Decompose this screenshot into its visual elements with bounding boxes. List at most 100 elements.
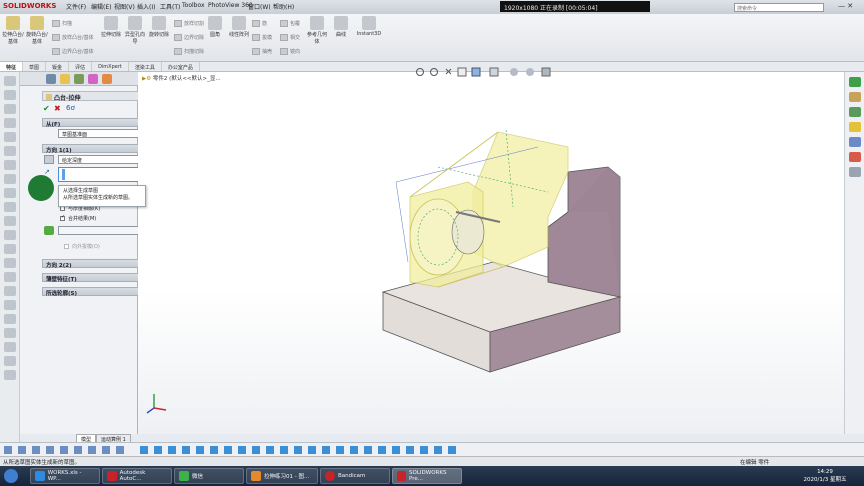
ribbon-sweep-cut[interactable]: 扫描切除 <box>174 48 204 55</box>
property-manager-icon[interactable] <box>60 74 70 84</box>
reverse-direction-icon[interactable] <box>44 155 54 164</box>
forum-icon[interactable] <box>849 167 861 177</box>
menu-toolbox[interactable]: Toolbox <box>182 2 205 9</box>
solidworks-logo[interactable]: SOLIDWORKS <box>3 2 56 12</box>
draft-outward-checkbox[interactable]: 向外拔模(O) <box>64 243 100 250</box>
ribbon-sweep[interactable]: 扫描 <box>52 20 72 27</box>
ribbon-boundary[interactable]: 边界凸台/基体 <box>52 48 94 55</box>
line-icon[interactable] <box>4 76 16 86</box>
task-solidworks[interactable]: SOLIDWORKS Pre... <box>392 468 462 484</box>
tab-evaluate[interactable]: 评估 <box>69 62 93 71</box>
trim-icon[interactable] <box>4 174 16 184</box>
cancel-x-icon[interactable]: ✖ <box>54 104 61 113</box>
recorder-bar[interactable]: 1920x1080 正在录制 [00:05:04] <box>500 1 650 12</box>
point-icon[interactable] <box>4 146 16 156</box>
ribbon-intersect[interactable]: 相交 <box>280 34 300 41</box>
custom-properties-icon[interactable] <box>849 152 861 162</box>
ribbon-boundary-cut[interactable]: 边界切除 <box>174 34 204 41</box>
rectangle-icon[interactable] <box>4 90 16 100</box>
fillet-sketch-icon[interactable] <box>4 230 16 240</box>
menu-window[interactable]: 窗口(W) <box>248 2 271 11</box>
move-icon[interactable] <box>4 342 16 352</box>
ribbon-revolve-boss[interactable]: 旋转凸台/基体 <box>26 14 48 45</box>
ribbon-reference-geometry[interactable]: 参考几何体 <box>306 14 328 45</box>
task-autocad[interactable]: Autodesk AutoC... <box>102 468 172 484</box>
display-manager-icon[interactable] <box>102 74 112 84</box>
design-library-icon[interactable] <box>849 92 861 102</box>
tab-sketch[interactable]: 草图 <box>23 62 47 71</box>
menu-help[interactable]: 帮助(H) <box>273 2 294 11</box>
grid-icon[interactable] <box>4 314 16 324</box>
configuration-icon[interactable] <box>74 74 84 84</box>
linear-pattern-icon <box>232 16 246 30</box>
task-wechat[interactable]: 微信 <box>174 468 244 484</box>
ok-check-icon[interactable]: ✔ <box>43 104 50 113</box>
tab-dimxpert[interactable]: DimXpert <box>92 62 129 71</box>
pattern-icon[interactable] <box>4 272 16 282</box>
clock[interactable]: 14:29 2020/1/3 星期五 <box>800 469 850 483</box>
file-explorer-icon[interactable] <box>849 107 861 117</box>
ribbon-rib[interactable]: 筋 <box>252 20 267 27</box>
extend-icon[interactable] <box>4 188 16 198</box>
ribbon-extrude-cut[interactable]: 拉伸切除 <box>100 14 122 38</box>
ribbon-shell[interactable]: 抽壳 <box>252 48 272 55</box>
ribbon-instant3d[interactable]: Instant3D <box>354 14 384 37</box>
offset-icon[interactable] <box>4 202 16 212</box>
ribbon-loft[interactable]: 放样凸台/基体 <box>52 34 94 41</box>
resources-icon[interactable] <box>849 77 861 87</box>
dimxpert-icon[interactable] <box>88 74 98 84</box>
ribbon-loft-cut[interactable]: 放样切割 <box>174 20 204 27</box>
search-input[interactable]: 搜索命令 <box>734 3 824 12</box>
menu-edit[interactable]: 编辑(E) <box>91 2 111 11</box>
tab-render-tools[interactable]: 渲染工具 <box>129 62 162 71</box>
ribbon-mirror[interactable]: 镜向 <box>280 48 300 55</box>
circle-icon[interactable] <box>4 104 16 114</box>
bottom-toolbar-icons[interactable] <box>0 443 470 457</box>
dimension-icon[interactable] <box>4 244 16 254</box>
window-controls[interactable]: — ✕ <box>838 2 862 12</box>
scale-icon[interactable] <box>4 370 16 380</box>
text-icon[interactable] <box>4 328 16 338</box>
task-bandicam[interactable]: Bandicam <box>320 468 390 484</box>
menu-view[interactable]: 视图(V) <box>114 2 135 11</box>
merge-result-checkbox[interactable]: ✓ 合并结果(M) <box>60 214 96 222</box>
ribbon-wrap[interactable]: 包覆 <box>280 20 300 27</box>
appearances-icon[interactable] <box>849 137 861 147</box>
mirror-entities-icon[interactable] <box>4 216 16 226</box>
menu-file[interactable]: 文件(F) <box>66 2 86 11</box>
spline-icon[interactable] <box>4 132 16 142</box>
convert-icon[interactable] <box>4 286 16 296</box>
view-palette-icon[interactable] <box>849 122 861 132</box>
menu-tools[interactable]: 工具(T) <box>160 2 180 11</box>
tab-office-products[interactable]: 办公室产品 <box>162 62 200 71</box>
draft-icon <box>252 34 260 41</box>
ribbon-linear-pattern[interactable]: 线性阵列 <box>228 14 250 38</box>
ribbon-draft[interactable]: 拔模 <box>252 34 272 41</box>
ribbon-hole-wizard[interactable]: 异型孔向导 <box>124 14 146 45</box>
menu-insert[interactable]: 插入(I) <box>137 2 155 11</box>
menu-photoview[interactable]: PhotoView 360 <box>208 2 253 9</box>
tab-sheet-metal[interactable]: 钣金 <box>46 62 70 71</box>
feature-tree-icon[interactable] <box>46 74 56 84</box>
task-wps-xls[interactable]: WORKS.xls - WP... <box>30 468 100 484</box>
sweep-cut-icon <box>174 48 182 55</box>
part-model[interactable] <box>138 72 844 434</box>
relations-icon[interactable] <box>4 258 16 268</box>
task-image-viewer[interactable]: 拉伸练习01 - 图... <box>246 468 318 484</box>
ribbon-curves[interactable]: 曲线 <box>330 14 352 38</box>
status-bar: 从所选草图实体生成新的草图。 在编辑 零件 <box>0 456 864 466</box>
start-button[interactable] <box>4 469 18 483</box>
ribbon-extrude-boss[interactable]: 拉伸凸台/基体 <box>2 14 24 45</box>
rotate-icon[interactable] <box>4 356 16 366</box>
tab-features[interactable]: 特征 <box>0 62 24 71</box>
status-message: 从所选草图实体生成新的草图。 <box>3 460 81 466</box>
windows-taskbar: WORKS.xls - WP... Autodesk AutoC... 微信 拉… <box>0 466 864 486</box>
detailed-preview-icon[interactable]: 6ơ <box>66 104 75 112</box>
ribbon-fillet[interactable]: 圆角 <box>204 14 226 38</box>
arc-icon[interactable] <box>4 118 16 128</box>
ribbon-revolve-cut[interactable]: 旋转切除 <box>148 14 170 38</box>
draft-toggle-icon[interactable] <box>44 226 54 235</box>
repair-icon[interactable] <box>4 300 16 310</box>
graphics-area[interactable]: ▶⚙ 零件2 (默认<<默认>_显... <box>138 67 844 434</box>
centerline-icon[interactable] <box>4 160 16 170</box>
